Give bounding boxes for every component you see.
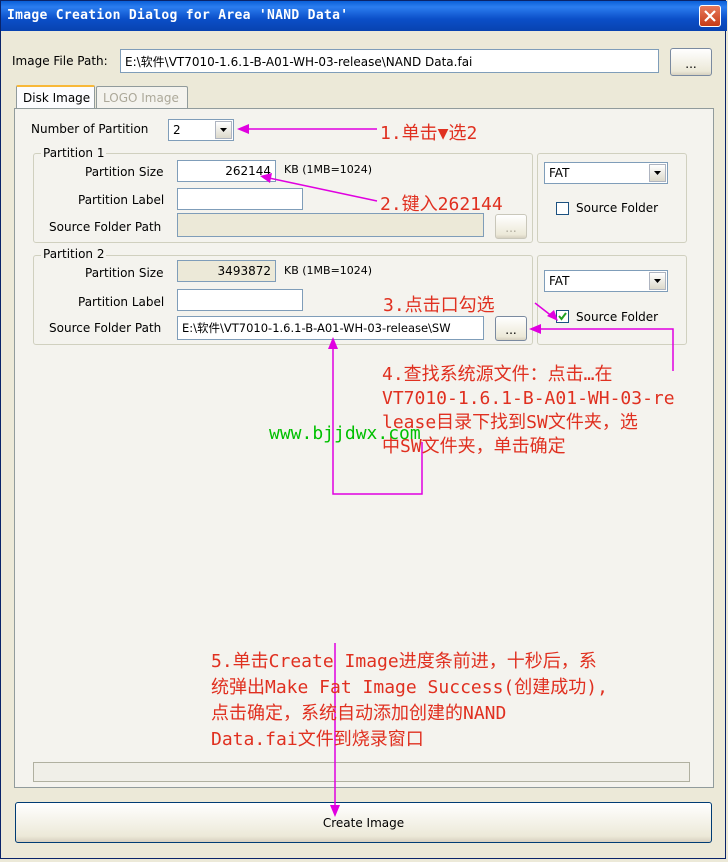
annotation-step2: 2.键入262144 [380,194,503,215]
annotation-step1: 1.单击▼选2 [380,123,478,144]
arrow-step1-head [237,124,249,134]
arrow-step3-head [547,310,558,321]
arrow-step2-line [268,177,378,202]
arrow-step5-head [330,805,340,817]
annotation-step5: 5.单击Create Image进度条前进，十秒后，系 统弹出Make Fat … [211,651,608,750]
annotation-step4: 4.查找系统源文件：点击…在 VT7010-1.6.1-B-A01-WH-03-… [382,364,675,457]
watermark: www.bjjdwx.com [269,423,421,444]
arrow-step2-head [260,173,272,183]
annotation-step3: 3.点击口勾选 [383,295,495,316]
dialog-window: Image Creation Dialog for Area 'NAND Dat… [0,0,727,859]
arrow-folder-head [328,337,338,349]
arrow-step4-head [529,324,541,334]
